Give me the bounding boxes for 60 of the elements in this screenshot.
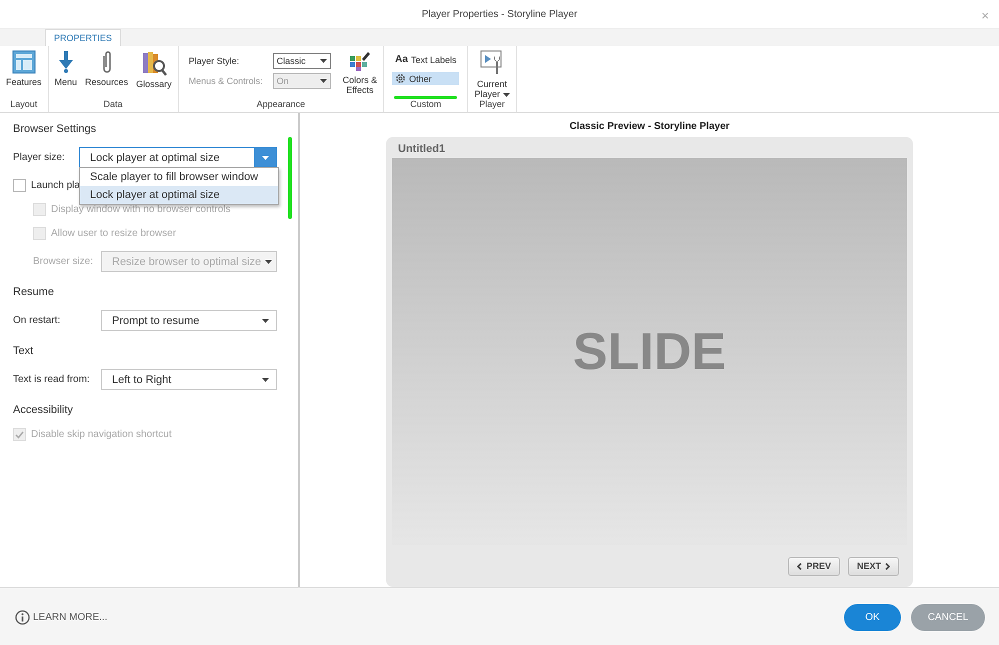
dropdown-option[interactable]: Scale player to fill browser window <box>80 168 278 186</box>
caret-icon <box>262 378 268 382</box>
dropdown[interactable]: Classic <box>272 53 331 69</box>
dropdown[interactable]: Prompt to resume <box>101 310 277 331</box>
field-label: Menus & Controls: <box>188 76 263 86</box>
learn-more-link[interactable]: LEARN MORE... <box>15 610 108 624</box>
section-heading: Accessibility <box>13 404 74 416</box>
ribbon-button[interactable]: Aa Text Labels <box>392 53 460 66</box>
checkbox[interactable] <box>13 179 26 192</box>
field-label: On restart: <box>13 315 62 326</box>
caret-icon <box>320 59 327 63</box>
window-title: Player Properties - Storyline Player <box>422 8 578 20</box>
group-label: Custom <box>409 99 442 111</box>
palette-grid-icon <box>348 50 371 72</box>
ribbon-button[interactable]: Colors & Effects <box>340 50 380 95</box>
caret-icon <box>262 156 268 160</box>
chevron-left-icon <box>797 562 802 570</box>
player-wrench-icon <box>480 50 504 76</box>
group-label: Data <box>102 99 124 111</box>
gear-icon <box>395 73 406 84</box>
paperclip-icon <box>100 50 113 74</box>
download-arrow-icon <box>58 50 74 74</box>
dropdown[interactable]: Left to Right <box>101 369 277 390</box>
check-icon <box>15 430 24 438</box>
field-label: Text is read from: <box>13 374 91 385</box>
section-heading: Text <box>13 345 34 357</box>
dropdown[interactable]: Lock player at optimal size <box>79 147 277 168</box>
caret-icon <box>262 318 268 322</box>
ribbon-button[interactable]: Current Player <box>472 50 512 99</box>
section-heading: Browser Settings <box>13 123 98 135</box>
layout-icon <box>12 50 36 74</box>
section-heading: Resume <box>13 286 55 298</box>
ribbon-button[interactable]: Other <box>392 72 460 85</box>
ribbon-button[interactable]: Glossary <box>134 50 174 89</box>
caret-icon <box>265 260 272 264</box>
chevron-right-icon <box>885 562 890 570</box>
dialog-button[interactable]: OK <box>844 604 901 630</box>
nav-button[interactable]: NEXT <box>848 556 899 576</box>
checkbox-label: Disable skip navigation shortcut <box>31 429 172 440</box>
checkbox-label: Allow user to resize browser <box>51 228 176 239</box>
ribbon-button[interactable]: Resources <box>83 50 130 87</box>
books-magnifier-icon <box>140 50 167 76</box>
nav-button[interactable]: PREV <box>788 556 840 576</box>
checkbox-label: Display window with no browser controls <box>51 204 231 215</box>
ribbon-button[interactable]: Menu <box>52 50 80 87</box>
checkbox-label: Launch pla <box>31 180 80 191</box>
group-label: Player <box>478 99 506 111</box>
dropdown-option[interactable]: Lock player at optimal size <box>80 186 278 204</box>
field-label: Player Style: <box>188 56 240 66</box>
caret-icon <box>320 79 327 83</box>
group-label: Layout <box>9 99 38 111</box>
highlight-stroke <box>394 96 458 99</box>
player-title: Untitled1 <box>397 142 446 157</box>
preview-title: Classic Preview - Storyline Player <box>569 121 730 132</box>
ribbon-button[interactable]: Features <box>4 50 44 87</box>
field-label: Player size: <box>13 152 66 163</box>
group-label: Appearance <box>256 99 306 111</box>
info-icon <box>15 610 30 624</box>
field-label: Browser size: <box>33 256 94 267</box>
ribbon-tab[interactable]: PROPERTIES <box>45 29 121 46</box>
